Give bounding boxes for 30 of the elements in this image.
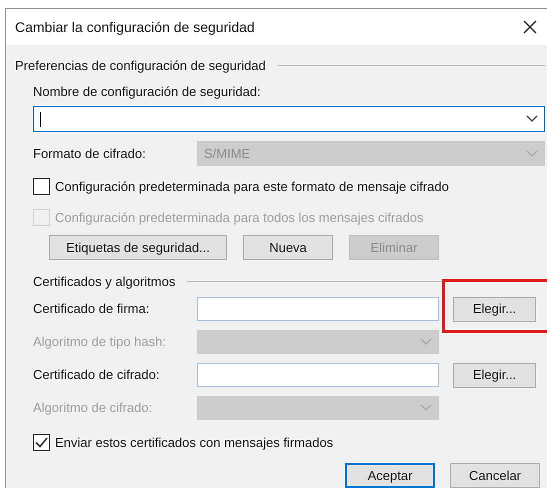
chevron-down-icon [526, 150, 538, 158]
button[interactable]: Nueva [243, 235, 333, 260]
field-label: Formato de cifrado: [33, 144, 147, 163]
checkbox-label: Configuración predeterminada para este formato de mensaje cifrado [55, 178, 449, 196]
button[interactable]: Elegir... [453, 362, 536, 388]
close-icon[interactable] [523, 20, 537, 34]
field-label: Certificado de cifrado: [33, 366, 160, 384]
button[interactable]: Cancelar [450, 463, 540, 488]
checkbox[interactable] [33, 178, 50, 196]
field-label: Algoritmo de tipo hash: [33, 333, 167, 352]
button[interactable]: Aceptar [345, 463, 435, 488]
button[interactable]: Elegir... [453, 296, 536, 322]
checkbox-label: Configuración predeterminada para todos los mensajes cifrados [55, 208, 424, 227]
checkbox-label: Enviar estos certificados con mensajes firmados [55, 434, 334, 452]
chevron-down-icon [526, 115, 538, 123]
window-title: Cambiar la configuración de seguridad [15, 18, 255, 37]
format-select: S/MIME [197, 141, 545, 166]
button[interactable]: Etiquetas de seguridad... [49, 235, 227, 260]
text-field[interactable] [197, 363, 439, 387]
button: Eliminar [349, 235, 439, 260]
checkbox[interactable] [33, 434, 50, 451]
field-label: Certificado de firma: [33, 300, 150, 318]
group-title: Preferencias de configuración de seguridad [15, 57, 266, 75]
text-field[interactable] [197, 297, 439, 321]
name-combobox[interactable] [33, 106, 545, 132]
field-label: Algoritmo de cifrado: [33, 399, 154, 418]
chevron-down-icon [420, 338, 432, 346]
field-label: Nombre de configuración de seguridad: [33, 82, 262, 101]
group-title: Certificados y algoritmos [33, 273, 176, 291]
chevron-down-icon [420, 404, 432, 412]
